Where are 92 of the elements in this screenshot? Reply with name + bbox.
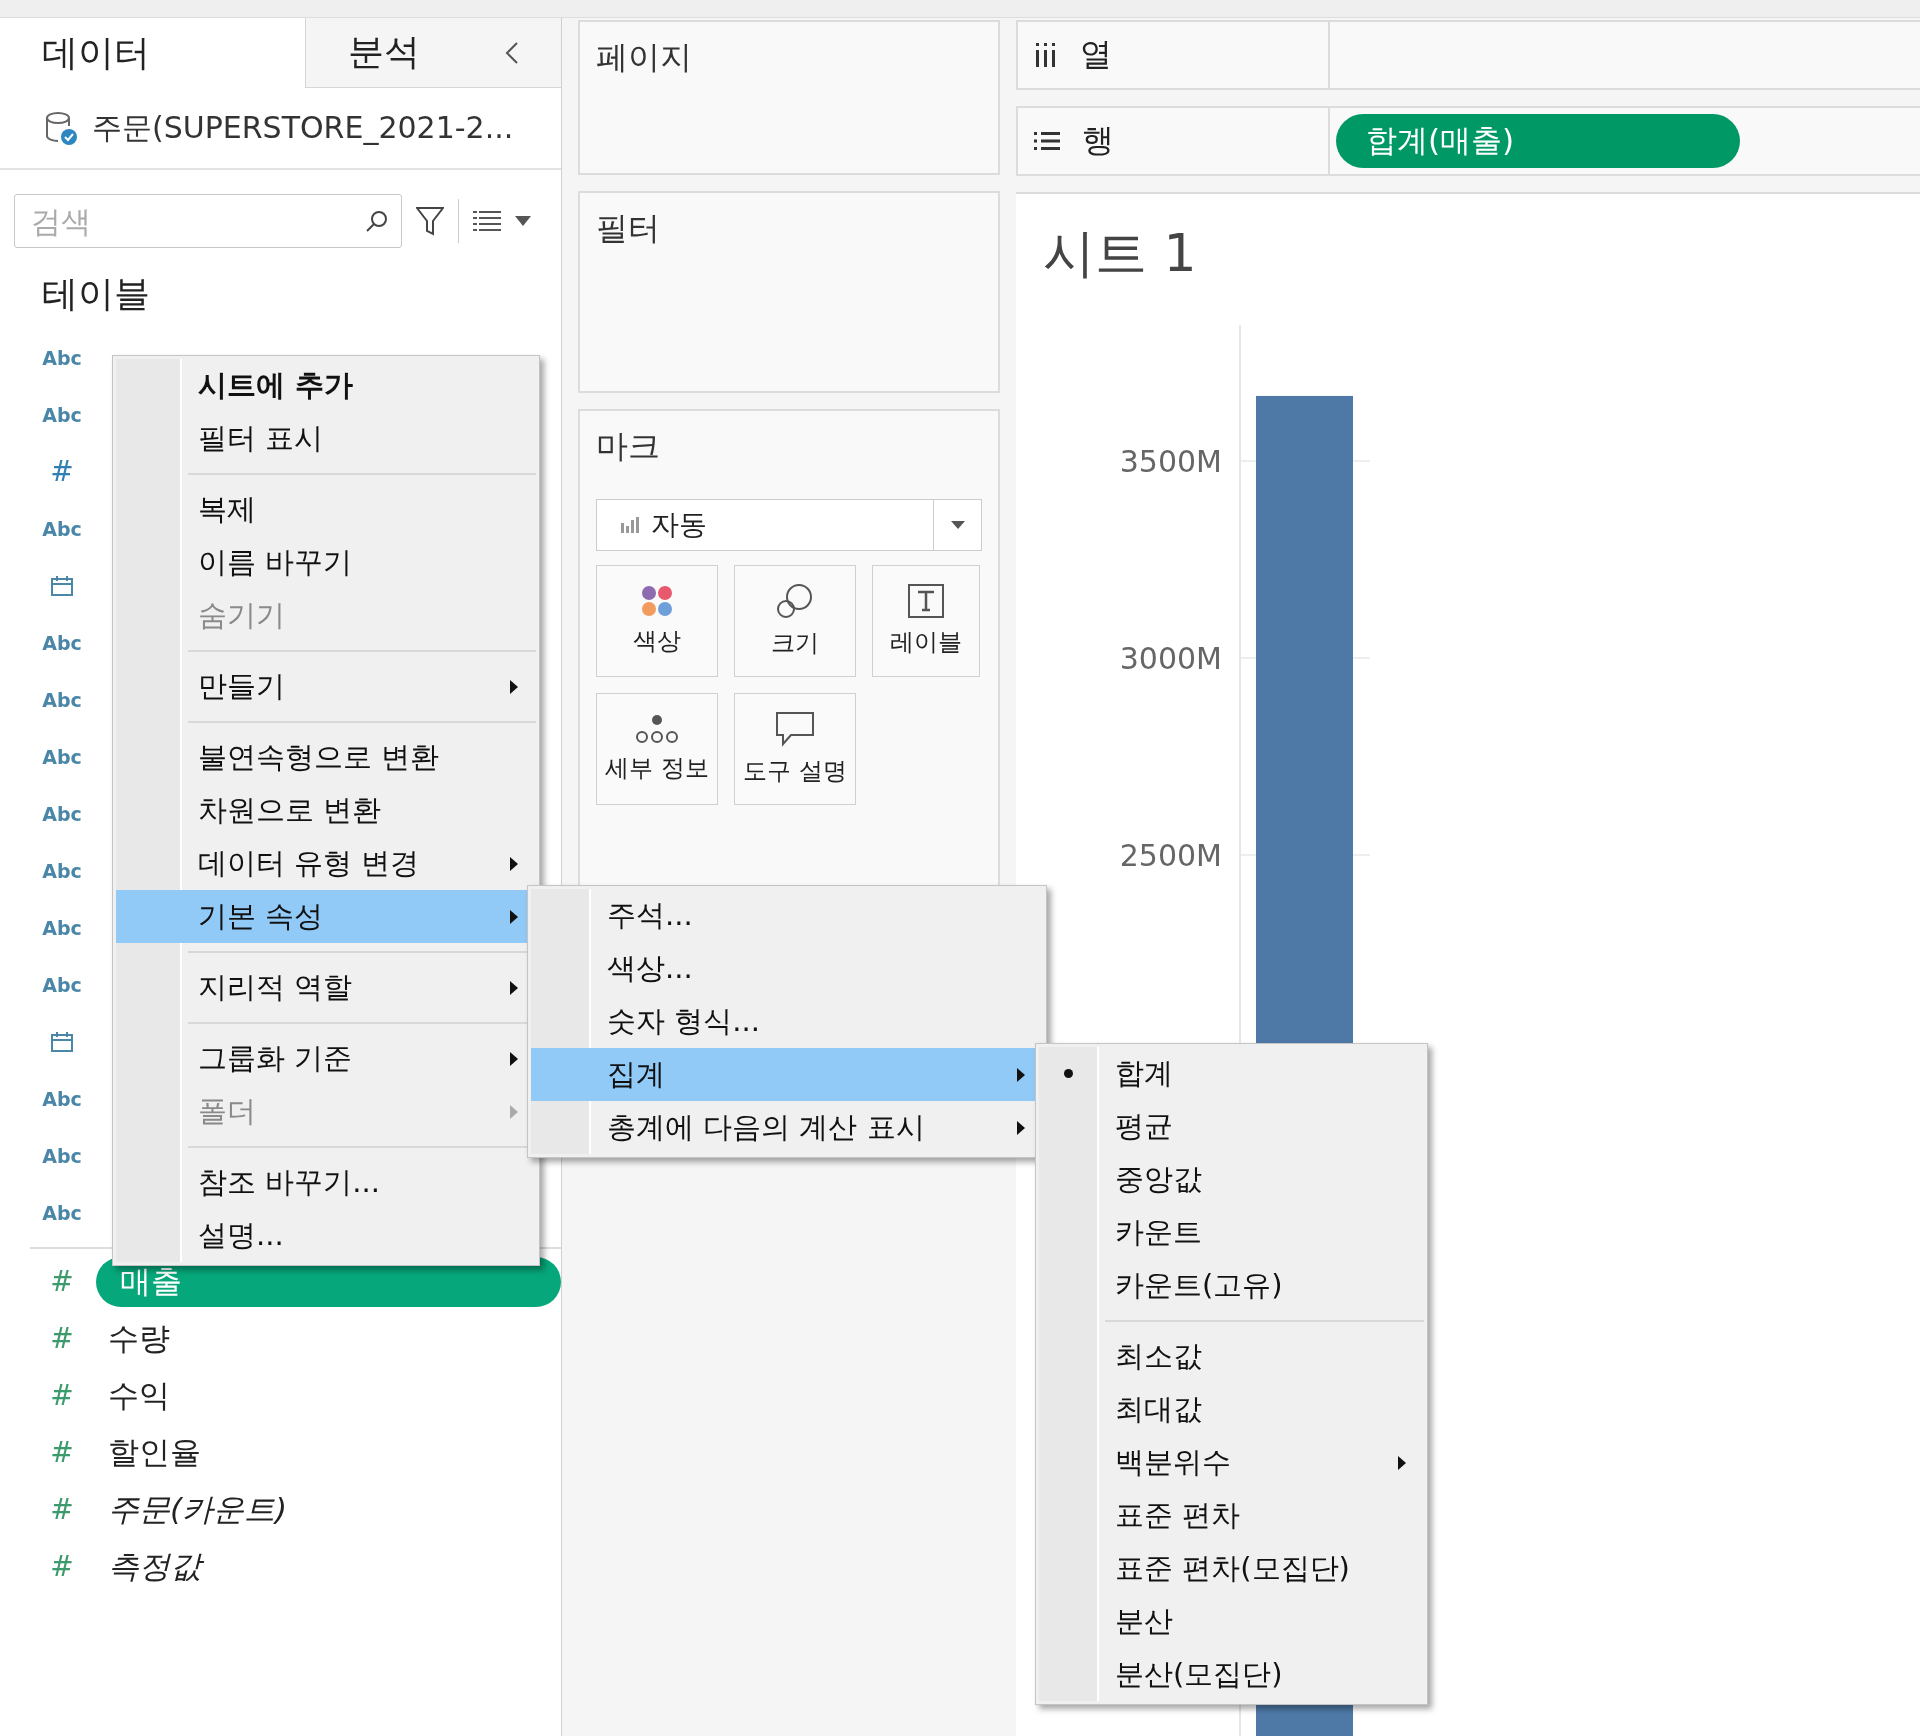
list-view-icon[interactable]	[473, 209, 501, 233]
menu-item[interactable]: 분산(모집단)	[1039, 1648, 1424, 1701]
bar-chart-icon	[621, 517, 639, 533]
submenu-arrow-icon	[1017, 1120, 1025, 1135]
filter-icon[interactable]	[416, 206, 444, 236]
type-icon: Abc	[40, 916, 84, 939]
card-title: 마크	[596, 426, 661, 467]
type-icon: Abc	[40, 517, 84, 540]
type-icon: Abc	[40, 859, 84, 882]
shelf-label: 행	[1082, 120, 1114, 161]
menu-item[interactable]: 표준 편차(모집단)	[1039, 1542, 1424, 1595]
rows-icon	[1034, 131, 1060, 151]
type-icon: Abc	[40, 346, 84, 369]
dropdown-caret-icon	[950, 521, 965, 529]
submenu-arrow-icon	[510, 909, 518, 924]
type-icon: Abc	[40, 1144, 84, 1167]
axis-tick-label: 2500M	[1119, 838, 1222, 873]
menu-item[interactable]: 시트에 추가	[116, 359, 536, 412]
submenu-arrow-icon	[510, 1051, 518, 1066]
menu-item[interactable]: 중앙값	[1039, 1153, 1424, 1206]
menu-item[interactable]: 숫자 형식...	[531, 995, 1043, 1048]
dropdown-caret-icon[interactable]	[515, 216, 531, 226]
menu-item[interactable]: 색상...	[531, 942, 1043, 995]
field-name[interactable]: 주문(카운트)	[108, 1488, 288, 1531]
detail-dots-icon	[635, 714, 679, 744]
card-title: 페이지	[596, 37, 693, 78]
type-icon: Abc	[40, 403, 84, 426]
bullet-icon	[1064, 1069, 1073, 1078]
field-name[interactable]: 수익	[108, 1374, 170, 1417]
field-pill[interactable]: 합계(매출)	[1336, 114, 1740, 168]
mark-type-dropdown[interactable]: 자동	[596, 499, 982, 551]
menu-item[interactable]: 카운트(고유)	[1039, 1259, 1424, 1312]
axis-tick-label: 3500M	[1119, 443, 1222, 479]
menu-item[interactable]: 필터 표시	[116, 412, 536, 465]
type-icon: Abc	[40, 973, 84, 996]
text-label-icon	[908, 584, 944, 618]
search-icon	[366, 210, 388, 232]
type-icon: Abc	[40, 631, 84, 654]
search-field[interactable]: 검색	[14, 194, 402, 248]
submenu-arrow-icon	[1398, 1455, 1406, 1470]
submenu-arrow-icon	[510, 980, 518, 995]
shelf-label: 열	[1080, 34, 1112, 75]
field-name[interactable]: 할인율	[108, 1431, 201, 1474]
calendar-icon	[51, 1031, 73, 1052]
field-name[interactable]: 수량	[108, 1317, 170, 1360]
menu-item[interactable]: 평균	[1039, 1100, 1424, 1153]
collapse-icon[interactable]	[505, 40, 519, 65]
menu-item[interactable]: 최소값	[1039, 1330, 1424, 1383]
menu-item[interactable]: 불연속형으로 변환	[116, 731, 536, 784]
submenu-arrow-icon	[510, 856, 518, 871]
section-title: 테이블	[41, 272, 151, 316]
color-dots-icon	[641, 585, 673, 617]
size-icon	[776, 583, 814, 619]
mark-property-button[interactable]: 색상	[596, 565, 718, 677]
submenu-arrow-icon	[510, 679, 518, 694]
mark-property-button[interactable]: 레이블	[872, 565, 980, 677]
type-icon: #	[40, 1436, 84, 1469]
calendar-icon	[51, 575, 73, 596]
mark-property-button[interactable]: 크기	[734, 565, 856, 677]
type-icon: Abc	[40, 745, 84, 768]
axis-tick-label: 3000M	[1119, 640, 1222, 676]
sidebar-tab[interactable]: 분석	[305, 18, 561, 88]
sheet-title: 시트 1	[1042, 222, 1198, 285]
menu-item[interactable]: 참조 바꾸기...	[116, 1156, 536, 1209]
type-icon: Abc	[40, 1087, 84, 1110]
columns-icon	[1034, 43, 1058, 67]
type-icon: #	[40, 455, 84, 488]
type-icon: Abc	[40, 802, 84, 825]
menu-item[interactable]: 카운트	[1039, 1206, 1424, 1259]
menu-item[interactable]: 최대값	[1039, 1383, 1424, 1436]
menu-item[interactable]: 분산	[1039, 1595, 1424, 1648]
menu-item[interactable]: 차원으로 변환	[116, 784, 536, 837]
menu-item[interactable]: 데이터 유형 변경	[116, 837, 536, 890]
type-icon: Abc	[40, 688, 84, 711]
menu-item[interactable]: 표준 편차	[1039, 1489, 1424, 1542]
card-title: 필터	[596, 208, 661, 249]
type-icon: #	[40, 1322, 84, 1355]
datasource-name[interactable]: 주문(SUPERSTORE_2021-2...	[92, 107, 514, 149]
mark-property-button[interactable]: 도구 설명	[734, 693, 856, 805]
type-icon: #	[40, 1265, 84, 1298]
type-icon: #	[40, 1550, 84, 1583]
mark-property-button[interactable]: 세부 정보	[596, 693, 718, 805]
type-icon: Abc	[40, 1201, 84, 1224]
type-icon: #	[40, 1493, 84, 1526]
menu-item[interactable]: 이름 바꾸기	[116, 536, 536, 589]
type-icon: #	[40, 1379, 84, 1412]
submenu-arrow-icon	[510, 1104, 518, 1119]
submenu-arrow-icon	[1017, 1067, 1025, 1082]
menu-item[interactable]: 복제	[116, 483, 536, 536]
speech-bubble-icon	[775, 711, 815, 747]
menu-item[interactable]: 만들기	[116, 660, 536, 713]
menu-item[interactable]: 백분위수	[1039, 1436, 1424, 1489]
